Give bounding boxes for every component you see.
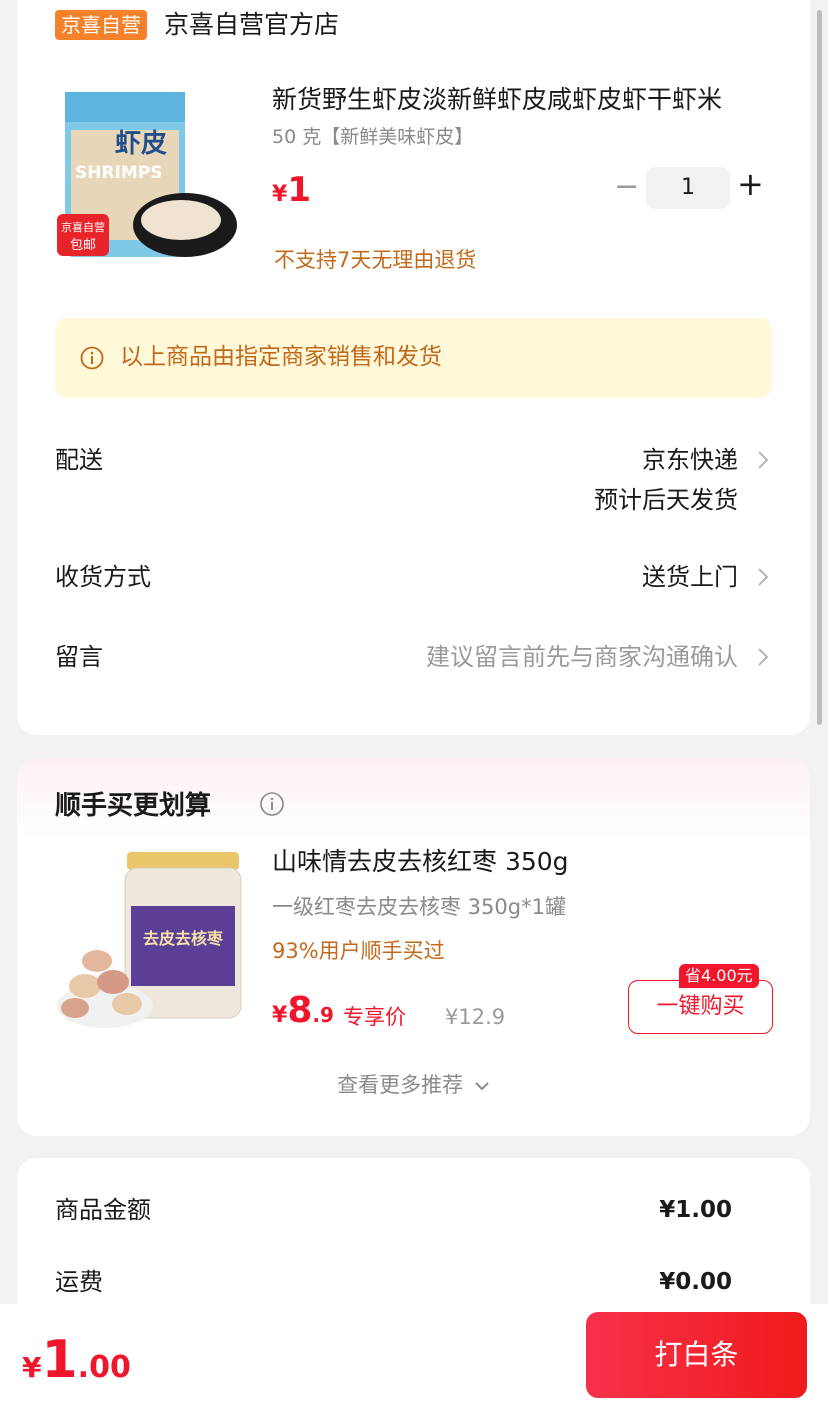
recommendation-price-dec: .9: [312, 1003, 334, 1027]
recommendation-buyers: 93%用户顺手买过: [272, 939, 445, 963]
shipping-fee-label: 运费: [55, 1268, 103, 1296]
quantity-decrease-button[interactable]: −: [614, 172, 639, 202]
product-spec[interactable]: 50 克【新鲜美味虾皮】: [272, 123, 473, 151]
chevron-down-icon: [475, 1082, 489, 1091]
product-price-currency: ¥: [272, 182, 288, 207]
product-image[interactable]: 虾皮 SHRIMPS 京喜自营 包邮: [55, 90, 239, 275]
checkout-bar: ¥1.00 打白条: [0, 1304, 828, 1422]
chevron-right-icon: [758, 648, 769, 666]
total-price: ¥1.00: [22, 1330, 131, 1390]
product-title[interactable]: 新货野生虾皮淡新鲜虾皮咸虾皮虾干虾米: [272, 82, 772, 118]
delivery-estimate: 预计后天发货: [594, 486, 738, 514]
product-image-label: 虾皮: [115, 129, 167, 159]
seller-notice-text: 以上商品由指定商家销售和发货: [120, 344, 442, 370]
recommendation-spec: 一级红枣去皮去核枣 350g*1罐: [272, 895, 566, 919]
store-name[interactable]: 京喜自营官方店: [164, 8, 339, 42]
product-image-sub: SHRIMPS: [75, 163, 163, 183]
goods-amount-value: ¥1.00: [659, 1197, 732, 1223]
more-recommendations-link[interactable]: 查看更多推荐: [17, 1070, 810, 1100]
delivery-label: 配送: [55, 446, 103, 474]
recommendation-price-int: 8: [287, 990, 313, 1031]
recommendation-title: 顺手买更划算: [55, 791, 212, 821]
recommendation-card: 顺手买更划算 去皮去核枣 山味情去皮去核红枣 350g 一级红枣去皮去核枣 35…: [17, 758, 810, 1136]
shipping-fee-value: ¥0.00: [659, 1269, 732, 1295]
info-icon: [80, 346, 104, 370]
product-image-badge-line1: 京喜自营: [61, 220, 105, 234]
info-icon[interactable]: [259, 791, 285, 817]
total-currency: ¥: [22, 1351, 42, 1384]
pay-button[interactable]: 打白条: [586, 1312, 807, 1398]
total-dec: .00: [77, 1350, 131, 1385]
recommendation-name[interactable]: 山味情去皮去核红枣 350g: [272, 844, 569, 880]
recommendation-price: ¥8.9: [272, 990, 334, 1031]
receive-method-label: 收货方式: [55, 563, 151, 591]
more-recommendations-label: 查看更多推荐: [337, 1073, 464, 1097]
goods-amount-label: 商品金额: [55, 1196, 151, 1224]
product-image-badge-line2: 包邮: [70, 238, 96, 253]
save-badge: 省4.00元: [679, 964, 759, 988]
receive-method-value: 送货上门: [642, 563, 738, 591]
quantity-input[interactable]: 1: [646, 167, 730, 209]
original-price: ¥12.9: [445, 1005, 506, 1029]
no-return-notice: 不支持7天无理由退货: [274, 248, 477, 272]
product-price: ¥1: [272, 170, 311, 210]
exclusive-price-label: 专享价: [343, 1005, 406, 1029]
recommendation-image[interactable]: 去皮去核枣: [55, 846, 245, 1036]
message-label: 留言: [55, 643, 103, 671]
quantity-increase-button[interactable]: +: [737, 168, 764, 200]
delivery-method: 京东快递: [642, 446, 738, 474]
one-click-buy-button[interactable]: 一键购买: [628, 980, 773, 1034]
seller-notice: 以上商品由指定商家销售和发货: [55, 318, 772, 398]
message-input[interactable]: 建议留言前先与商家沟通确认: [426, 640, 738, 674]
scrollbar[interactable]: [817, 10, 822, 725]
recommendation-price-currency: ¥: [272, 1003, 288, 1028]
total-int: 1: [41, 1330, 78, 1390]
chevron-right-icon: [758, 451, 769, 469]
order-item-card: 京喜自营 京喜自营官方店 虾皮 SHRIMPS 京喜自营 包邮 新货野生虾皮淡新…: [17, 0, 810, 735]
store-badge: 京喜自营: [55, 10, 147, 40]
product-price-value: 1: [287, 170, 311, 210]
recommendation-image-label: 去皮去核枣: [143, 929, 224, 948]
chevron-right-icon: [758, 568, 769, 586]
